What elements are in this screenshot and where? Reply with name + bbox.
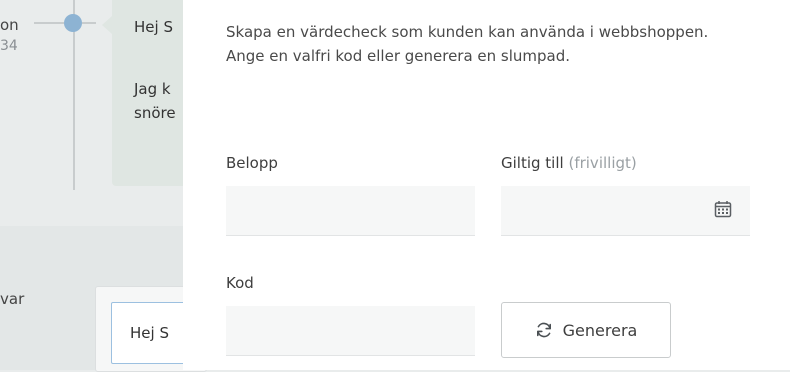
timeline-dot xyxy=(64,14,82,32)
message-line-3: snöre xyxy=(134,104,176,122)
timeline-timestamp: 34 xyxy=(0,38,18,54)
code-label: Kod xyxy=(226,274,254,292)
calendar-icon[interactable] xyxy=(714,200,732,218)
valid-until-input[interactable] xyxy=(501,186,750,236)
valid-until-label: Giltig till (frivilligt) xyxy=(501,154,637,172)
code-input[interactable] xyxy=(226,306,475,356)
generate-button-label: Generera xyxy=(562,320,638,340)
panel-description: Skapa en värdecheck som kunden kan använ… xyxy=(226,23,709,65)
valid-until-label-text: Giltig till xyxy=(501,154,564,172)
reply-label: var xyxy=(0,290,25,308)
reply-input-text: Hej S xyxy=(130,324,169,342)
gift-voucher-panel: Skapa en värdecheck som kunden kan använ… xyxy=(183,0,790,370)
refresh-icon xyxy=(536,322,551,338)
timeline-author-name: on xyxy=(0,16,19,34)
optional-hint: (frivilligt) xyxy=(568,154,637,172)
generate-button[interactable]: Generera xyxy=(501,302,671,358)
timeline-connector xyxy=(82,22,96,24)
message-pointer xyxy=(102,16,112,34)
message-line-1: Hej S xyxy=(134,18,173,36)
message-line-2: Jag k xyxy=(134,80,171,98)
amount-label: Belopp xyxy=(226,154,278,172)
amount-input[interactable] xyxy=(226,186,475,236)
timeline-tick xyxy=(34,22,64,24)
